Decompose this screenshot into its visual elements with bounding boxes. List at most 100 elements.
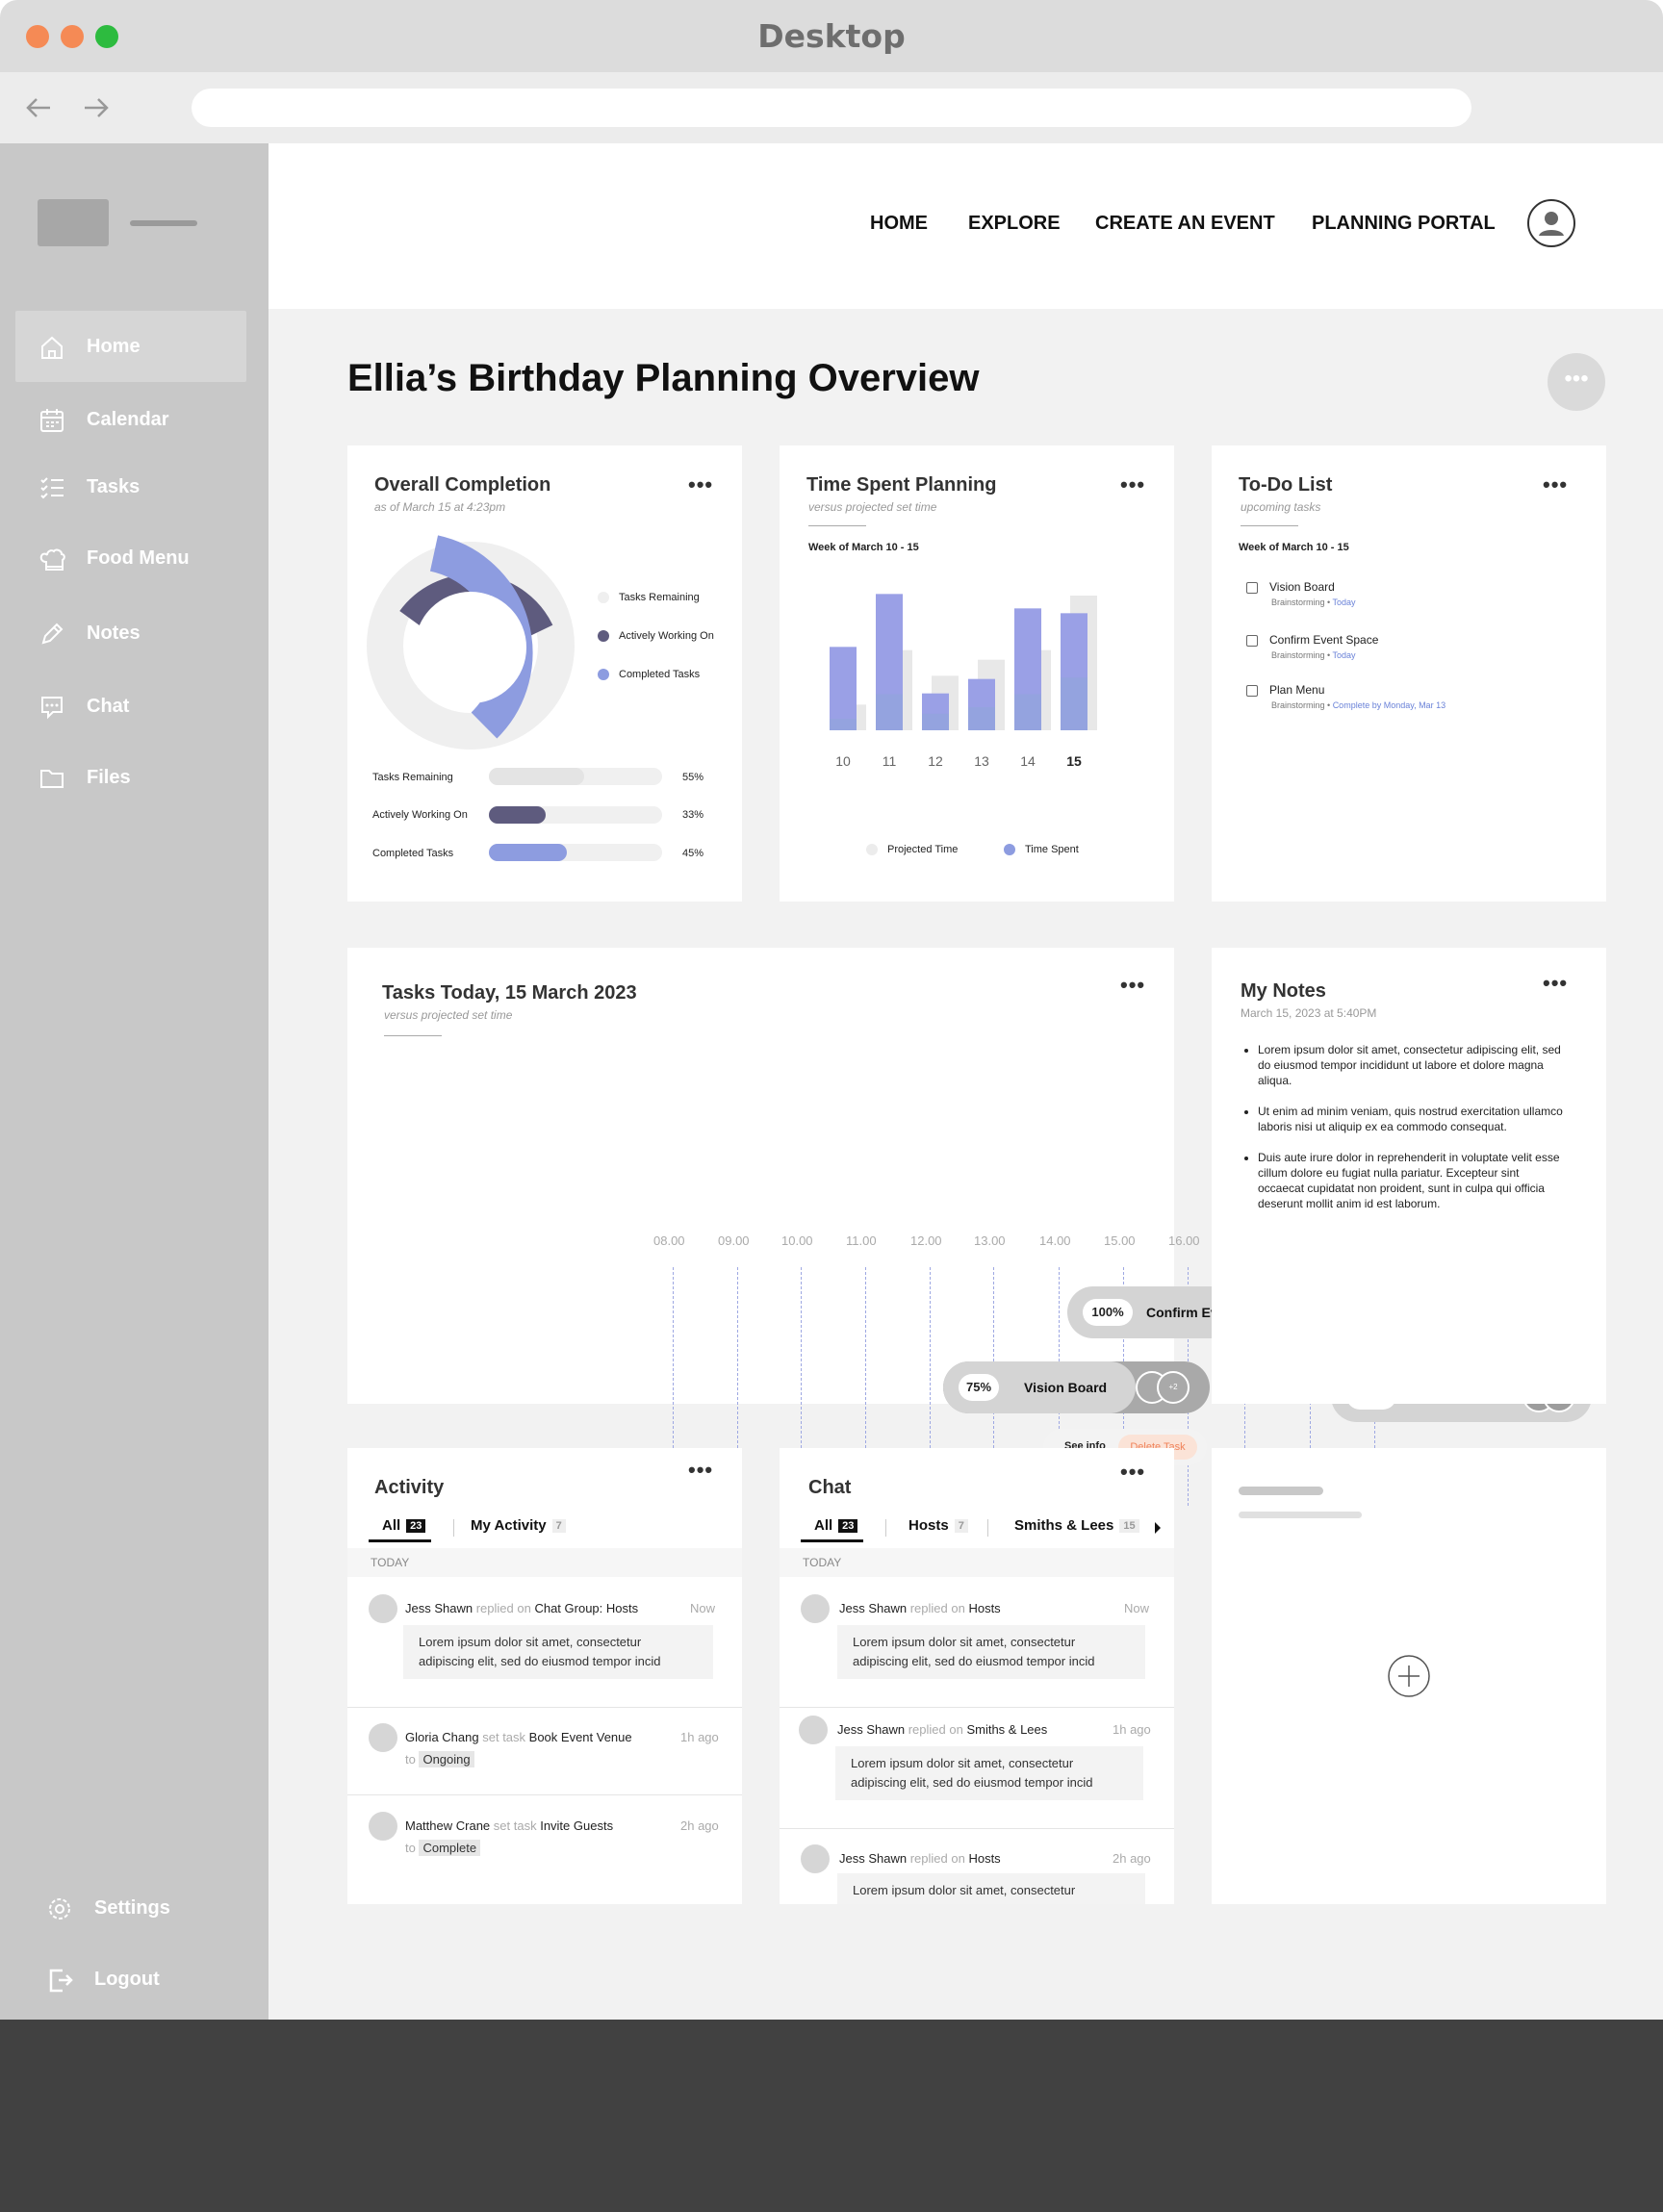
task-name: Vision Board	[1024, 1380, 1108, 1395]
x-tick-label: 11	[883, 753, 897, 769]
todo-checkbox[interactable]	[1246, 635, 1258, 647]
action-verb: replied on	[475, 1601, 531, 1615]
avatar	[801, 1844, 830, 1873]
activity-more-icon[interactable]: •••	[688, 1460, 713, 1481]
legend-label: Time Spent	[1025, 844, 1079, 855]
sidebar-item-notes[interactable]: Notes	[15, 597, 246, 669]
logo-placeholder	[38, 199, 109, 246]
tab-all[interactable]: All 23	[801, 1517, 864, 1542]
add-widget-card	[1212, 1448, 1606, 1904]
action-target[interactable]: Invite Guests	[540, 1818, 613, 1833]
action-target[interactable]: Hosts	[968, 1601, 1000, 1615]
sidebar-item-home[interactable]: Home	[15, 311, 246, 382]
actor-name: Matthew Crane	[405, 1818, 491, 1833]
progress-value: 45%	[682, 848, 704, 859]
activity-time: 1h ago	[680, 1730, 719, 1744]
nav-home[interactable]: HOME	[870, 213, 928, 235]
legend-working: Actively Working On	[598, 630, 714, 643]
todo-item-name: Vision Board	[1269, 580, 1335, 594]
progress-value: 33%	[682, 809, 704, 821]
todo-checkbox[interactable]	[1246, 582, 1258, 594]
sidebar-item-chat[interactable]: Chat	[15, 671, 246, 742]
nav-explore[interactable]: EXPLORE	[968, 213, 1061, 235]
progress-row-label: Actively Working On	[372, 809, 468, 821]
row-divider	[780, 1828, 1174, 1829]
legend-completed: Completed Tasks	[598, 669, 701, 681]
card-title: Chat	[808, 1477, 852, 1498]
minimize-window-button[interactable]	[61, 25, 84, 48]
action-target[interactable]: Smiths & Lees	[966, 1722, 1047, 1737]
add-widget-plus-icon[interactable]	[1387, 1654, 1431, 1698]
row-divider	[780, 1707, 1174, 1708]
chef-hat-icon	[39, 548, 65, 571]
todo-item-meta: Brainstorming • Today	[1271, 597, 1356, 607]
action-target[interactable]: Book Event Venue	[529, 1730, 632, 1744]
activity-status-line: to Complete	[405, 1840, 481, 1856]
avatar	[369, 1594, 397, 1623]
tab-smiths-lees[interactable]: Smiths & Lees 15	[1014, 1517, 1139, 1534]
legend-label: Completed Tasks	[619, 669, 701, 680]
chat-quote: Lorem ipsum dolor sit amet, consectetur	[837, 1873, 1145, 1904]
tab-count: 23	[406, 1519, 426, 1534]
sidebar-item-food-menu[interactable]: Food Menu	[15, 522, 246, 594]
time-spent-more-icon[interactable]: •••	[1120, 474, 1145, 496]
tabs-scroll-right-icon[interactable]	[1153, 1521, 1163, 1535]
todo-checkbox[interactable]	[1246, 685, 1258, 697]
completion-donut-chart	[367, 535, 575, 750]
chat-quote: Lorem ipsum dolor sit amet, consectetur …	[837, 1625, 1145, 1679]
close-window-button[interactable]	[26, 25, 49, 48]
legend-spent: Time Spent	[1004, 844, 1079, 856]
sidebar-item-label: Notes	[87, 623, 141, 644]
timeline-more-icon[interactable]: •••	[1120, 975, 1145, 996]
bar-overlap	[1014, 694, 1041, 730]
hour-label: 15.00	[1104, 1233, 1136, 1248]
tab-my-activity[interactable]: My Activity 7	[471, 1517, 566, 1534]
nav-create-event[interactable]: CREATE AN EVENT	[1095, 213, 1275, 235]
hour-label: 12.00	[910, 1233, 942, 1248]
sidebar-item-tasks[interactable]: Tasks	[15, 451, 246, 522]
action-target[interactable]: Chat Group: Hosts	[534, 1601, 638, 1615]
page-more-options-icon[interactable]: •••	[1548, 353, 1605, 411]
todo-more-icon[interactable]: •••	[1543, 474, 1568, 496]
todo-category: Brainstorming •	[1271, 650, 1331, 660]
bar-overlap	[968, 707, 995, 730]
placeholder-line	[1239, 1512, 1362, 1518]
notes-date: March 15, 2023 at 5:40PM	[1241, 1006, 1377, 1020]
logout-button[interactable]: Logout	[15, 1944, 246, 2015]
progress-value: 55%	[682, 772, 704, 783]
forward-arrow-icon[interactable]	[77, 89, 115, 126]
tab-all[interactable]: All 23	[369, 1517, 432, 1542]
back-arrow-icon[interactable]	[19, 89, 58, 126]
status-badge: Complete	[419, 1840, 481, 1856]
more-assignees-badge: +2	[1157, 1371, 1190, 1404]
note-item: Ut enim ad minim veniam, quis nostrud ex…	[1258, 1104, 1566, 1134]
maximize-window-button[interactable]	[95, 25, 118, 48]
chat-more-icon[interactable]: •••	[1120, 1462, 1145, 1483]
status-prefix: to	[405, 1841, 416, 1855]
user-avatar-icon[interactable]	[1527, 199, 1575, 247]
tab-label: All	[814, 1517, 833, 1534]
settings-button[interactable]: Settings	[15, 1872, 246, 1944]
sidebar: Home Calendar Tasks Food Menu Notes Chat…	[0, 143, 269, 2020]
tab-hosts[interactable]: Hosts 7	[908, 1517, 968, 1534]
tab-count: 7	[551, 1519, 566, 1534]
activity-line: Matthew Crane set task Invite Guests	[405, 1818, 613, 1833]
chat-card: Chat ••• All 23 Hosts 7 Smiths & Lees 15 TO…	[780, 1448, 1174, 1904]
app-window: Desktop Home Calendar Tasks Food Menu No…	[0, 0, 1663, 2020]
action-target[interactable]: Hosts	[968, 1851, 1000, 1866]
bar-overlap	[876, 694, 903, 730]
time-spent-card: Time Spent Planning versus projected set…	[780, 445, 1174, 902]
card-subtitle: as of March 15 at 4:23pm	[374, 500, 506, 514]
task-pill-vision-board[interactable]: 75% Vision Board +2	[943, 1361, 1210, 1413]
logout-icon	[49, 1969, 73, 1993]
completion-more-icon[interactable]: •••	[688, 474, 713, 496]
notes-more-icon[interactable]: •••	[1543, 973, 1568, 994]
nav-planning-portal[interactable]: PLANNING PORTAL	[1312, 213, 1496, 235]
sidebar-item-files[interactable]: Files	[15, 742, 246, 813]
chat-icon	[41, 697, 63, 720]
x-tick-label: 10	[835, 753, 851, 769]
subtitle-underline	[384, 1035, 442, 1036]
status-prefix: to	[405, 1752, 416, 1767]
address-bar[interactable]	[192, 89, 1471, 127]
sidebar-item-calendar[interactable]: Calendar	[15, 384, 246, 455]
